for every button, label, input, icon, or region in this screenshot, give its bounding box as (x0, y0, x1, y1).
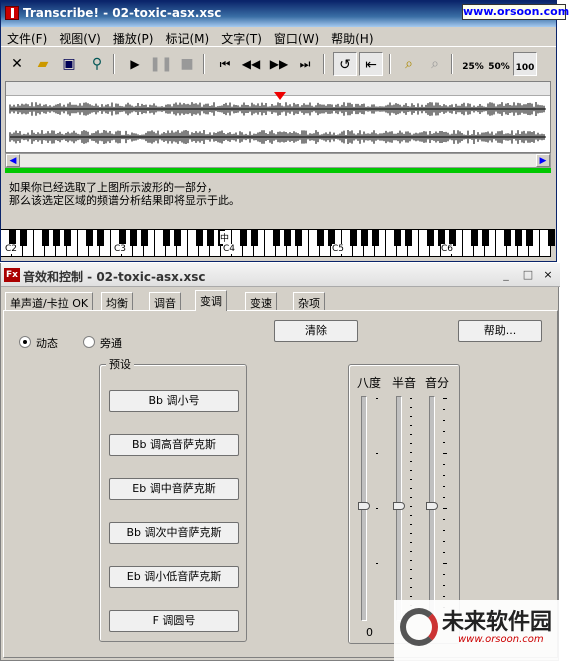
close-button[interactable]: × (541, 268, 555, 282)
save-icon[interactable]: ▣ (57, 52, 81, 76)
menu-file[interactable]: 文件(F) (1, 27, 53, 47)
scroll-left-icon[interactable]: ◀ (6, 154, 20, 167)
spectrum-info-text: 如果你已经选取了上图所示波形的一部分， 那么该选定区域的频谱分析结果即将显示于此… (9, 181, 240, 207)
waveform-display (9, 102, 546, 144)
piano-octave-label: C4 (223, 244, 236, 254)
scroll-right-icon[interactable]: ▶ (536, 154, 550, 167)
horizontal-scrollbar[interactable]: ◀ ▶ (5, 153, 551, 168)
play-icon[interactable]: ▶ (123, 52, 147, 76)
octave-slider-thumb[interactable] (358, 502, 370, 510)
tab-tuning[interactable]: 调音 (149, 292, 181, 310)
menu-help[interactable]: 帮助(H) (325, 27, 379, 47)
preset-eb-baritone-sax[interactable]: Eb 调小低音萨克斯 (109, 566, 239, 588)
menu-text[interactable]: 文字(T) (215, 27, 268, 47)
logo-emblem-icon (400, 608, 438, 646)
logo-url: www.orsoon.com (458, 634, 544, 645)
piano-keyboard[interactable]: C2 C3 C4 C5 C6 中 (1, 229, 556, 257)
piano-octave-label: C6 (441, 244, 454, 254)
slider-zero-label: 0 (366, 626, 373, 639)
piano-octave-label: C2 (5, 244, 18, 254)
zoom-page-icon[interactable]: ⌕ (397, 52, 421, 76)
close-icon[interactable]: ✕ (5, 52, 29, 76)
site-logo: 未来软件园 www.orsoon.com (394, 600, 575, 661)
selection-bar (5, 168, 551, 173)
semitone-slider-thumb[interactable] (393, 502, 405, 510)
presets-label: 预设 (106, 356, 134, 372)
preset-bb-soprano-sax[interactable]: Bb 调高音萨克斯 (109, 434, 239, 456)
tab-speed[interactable]: 变速 (245, 292, 277, 310)
watermark-url: www.orsoon.com (462, 4, 570, 20)
info-line-2: 那么该选定区域的频谱分析结果即将显示于此。 (9, 194, 240, 207)
speed-50-button[interactable]: 50% (487, 52, 511, 76)
tune-icon[interactable]: ⚲ (85, 52, 109, 76)
menu-marker[interactable]: 标记(M) (159, 27, 215, 47)
radio-dynamic-label: 动态 (36, 337, 58, 350)
cent-label: 音分 (425, 376, 450, 390)
radio-dynamic[interactable] (19, 336, 31, 348)
pause-icon[interactable]: ❚❚ (149, 52, 173, 76)
menu-window[interactable]: 窗口(W) (268, 27, 325, 47)
maximize-button[interactable]: □ (521, 268, 535, 282)
logo-name: 未来软件园 (442, 610, 553, 635)
fast-forward-icon[interactable]: ▶▶ (267, 52, 291, 76)
clear-button[interactable]: 清除 (274, 320, 358, 342)
loop-icon[interactable]: ↺ (333, 52, 357, 76)
tab-bar: 单声道/卡拉 OK 均衡 调音 变调 变速 杂项 (3, 290, 558, 311)
minimize-button[interactable]: _ (499, 268, 513, 282)
waveform-view[interactable] (5, 81, 551, 153)
rewind-icon[interactable]: ◀◀ (239, 52, 263, 76)
menu-bar: 文件(F) 视图(V) 播放(P) 标记(M) 文字(T) 窗口(W) 帮助(H) (1, 27, 556, 47)
radio-bypass[interactable] (83, 336, 95, 348)
menu-play[interactable]: 播放(P) (107, 27, 160, 47)
skip-end-icon[interactable]: ⏭ (293, 52, 317, 76)
fx-title-bar[interactable]: Fx 音效和控制 - 02-toxic-asx.xsc _ □ × (1, 263, 560, 287)
app-icon (5, 6, 19, 20)
piano-octave-label: C3 (114, 244, 127, 254)
window-title: Transcribe! - 02-toxic-asx.xsc (23, 6, 222, 20)
zoom-icon[interactable]: ⌕ (423, 52, 447, 76)
fx-icon: Fx (4, 268, 20, 282)
preset-eb-alto-sax[interactable]: Eb 调中音萨克斯 (109, 478, 239, 500)
piano-octave-label: C5 (332, 244, 345, 254)
preset-bb-trumpet[interactable]: Bb 调小号 (109, 390, 239, 412)
toolbar: ✕ ▰ ▣ ⚲ ▶ ❚❚ ■ ⏮ ◀◀ ▶▶ ⏭ ↺ ⇤ ⌕ ⌕ 25% 50%… (1, 49, 556, 79)
tab-eq[interactable]: 均衡 (101, 292, 133, 310)
fx-window-title: 音效和控制 - 02-toxic-asx.xsc (23, 270, 206, 284)
radio-bypass-label: 旁通 (100, 337, 122, 350)
cent-slider-thumb[interactable] (426, 502, 438, 510)
open-folder-icon[interactable]: ▰ (31, 52, 55, 76)
octave-label: 八度 (357, 376, 382, 390)
info-line-1: 如果你已经选取了上图所示波形的一部分， (9, 181, 218, 194)
help-button[interactable]: 帮助... (458, 320, 542, 342)
piano-center-label: 中 (220, 231, 230, 244)
preset-f-french-horn[interactable]: F 调圆号 (109, 610, 239, 632)
skip-start-icon[interactable]: ⏮ (213, 52, 237, 76)
tab-misc[interactable]: 杂项 (293, 292, 325, 310)
tab-transpose[interactable]: 变调 (195, 290, 227, 311)
stop-icon[interactable]: ■ (175, 52, 199, 76)
speed-25-button[interactable]: 25% (461, 52, 485, 76)
arrow-left-bar-icon[interactable]: ⇤ (359, 52, 383, 76)
tab-mono-karaoke[interactable]: 单声道/卡拉 OK (5, 292, 94, 310)
menu-view[interactable]: 视图(V) (53, 27, 107, 47)
preset-bb-tenor-sax[interactable]: Bb 调次中音萨克斯 (109, 522, 239, 544)
transcribe-window: Transcribe! - 02-toxic-asx.xsc 文件(F) 视图(V… (0, 0, 557, 262)
semitone-label: 半音 (392, 376, 417, 390)
speed-100-button[interactable]: 100 (513, 52, 537, 76)
